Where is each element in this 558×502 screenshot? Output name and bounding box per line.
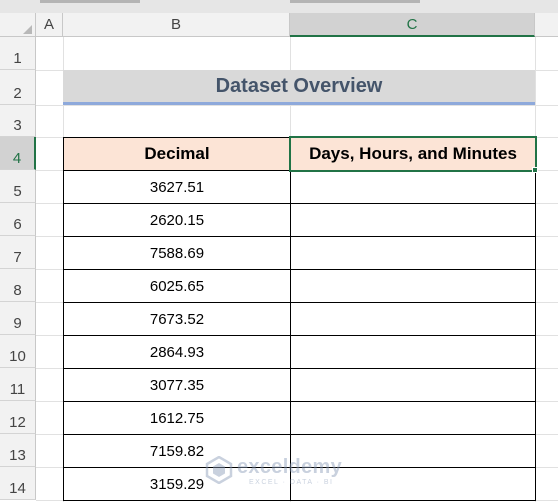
row-header-9[interactable]: 9 [0, 302, 36, 335]
row-header-2[interactable]: 2 [0, 70, 36, 105]
active-cell-selection[interactable] [289, 136, 537, 172]
table-cell-result[interactable] [290, 302, 536, 336]
table-cell-result[interactable] [290, 269, 536, 303]
exceldemy-watermark: exceldemy EXCEL · DATA · BI [205, 454, 355, 494]
sheet-tab-indicator [40, 0, 140, 3]
row-header-12[interactable]: 12 [0, 401, 36, 434]
select-all-triangle-icon [23, 25, 32, 34]
row-header-4[interactable]: 4 [0, 137, 36, 170]
top-strip [0, 0, 558, 13]
table-cell-decimal[interactable]: 3077.35 [63, 368, 291, 402]
table-cell-decimal[interactable]: 2864.93 [63, 335, 291, 369]
dataset-title: Dataset Overview [63, 70, 535, 105]
row-header-7[interactable]: 7 [0, 236, 36, 269]
row-header-10[interactable]: 10 [0, 335, 36, 368]
table-cell-result[interactable] [290, 401, 536, 435]
row-header-14[interactable]: 14 [0, 467, 36, 500]
row-header-11[interactable]: 11 [0, 368, 36, 401]
table-cell-decimal[interactable]: 6025.65 [63, 269, 291, 303]
table-cell-decimal[interactable]: 7673.52 [63, 302, 291, 336]
row-header-13[interactable]: 13 [0, 434, 36, 467]
select-all-button[interactable] [0, 13, 36, 37]
column-header-d[interactable] [535, 13, 558, 37]
table-cell-result[interactable] [290, 236, 536, 270]
table-cell-decimal[interactable]: 7588.69 [63, 236, 291, 270]
column-header-b[interactable]: B [63, 13, 290, 37]
table-cell-decimal[interactable]: 1612.75 [63, 401, 291, 435]
row-header-8[interactable]: 8 [0, 269, 36, 302]
table-cell-result[interactable] [290, 335, 536, 369]
table-cell-result[interactable] [290, 368, 536, 402]
row-header-5[interactable]: 5 [0, 170, 36, 203]
exceldemy-logo-icon [205, 456, 233, 484]
grid-row-line [36, 105, 558, 106]
table-cell-result[interactable] [290, 203, 536, 237]
fill-handle[interactable] [532, 167, 538, 173]
row-header-3[interactable]: 3 [0, 105, 36, 137]
row-header-1[interactable]: 1 [0, 37, 36, 70]
watermark-name: exceldemy [237, 456, 342, 478]
column-header-a[interactable]: A [36, 13, 63, 37]
column-header-c[interactable]: C [290, 13, 535, 37]
sheet-tab-indicator [290, 0, 420, 3]
table-cell-decimal[interactable]: 3627.51 [63, 170, 291, 204]
row-header-6[interactable]: 6 [0, 203, 36, 236]
table-cell-result[interactable] [290, 170, 536, 204]
table-header-decimal[interactable]: Decimal [63, 137, 291, 171]
column-header-row: A B C [0, 13, 558, 37]
table-cell-decimal[interactable]: 2620.15 [63, 203, 291, 237]
watermark-tagline: EXCEL · DATA · BI [249, 479, 334, 486]
